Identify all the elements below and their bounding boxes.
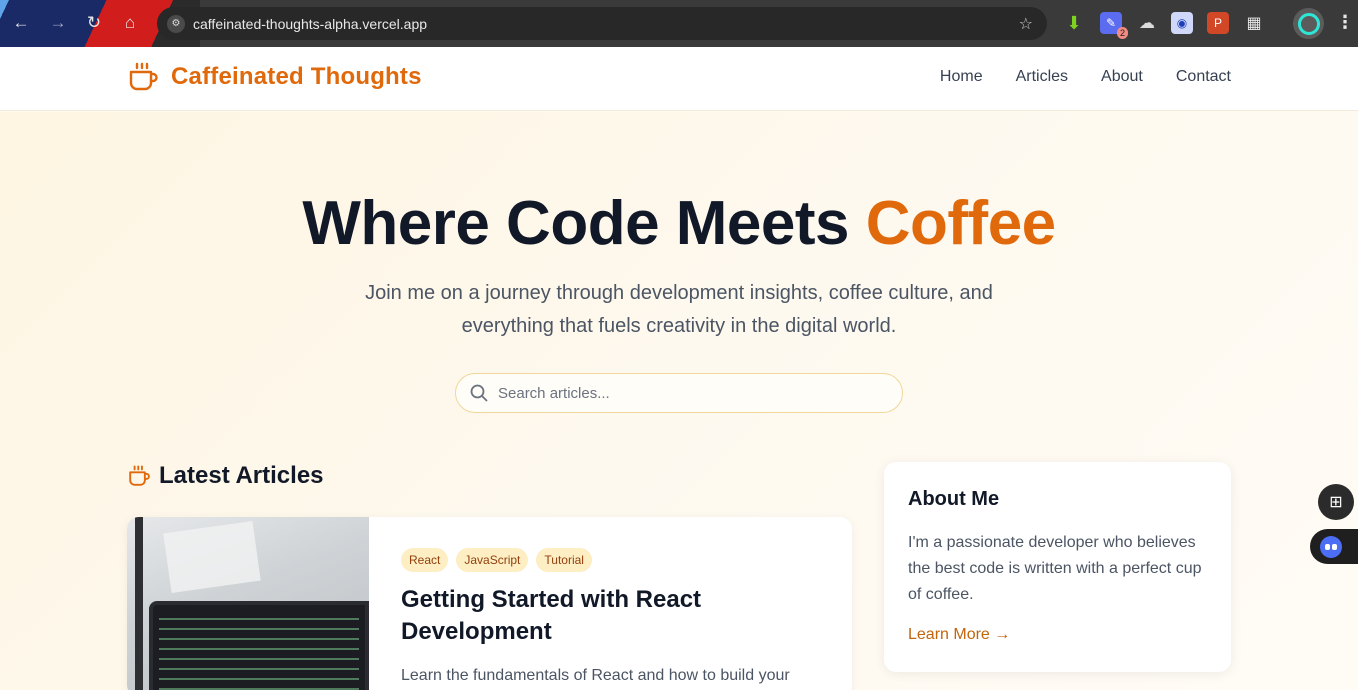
profile-avatar[interactable] (1293, 8, 1324, 39)
search-input[interactable] (498, 384, 878, 402)
nav-contact[interactable]: Contact (1176, 68, 1231, 86)
powerpoint-extension-icon[interactable]: P (1207, 12, 1229, 34)
url-text[interactable]: caffeinated-thoughts-alpha.vercel.app (193, 16, 427, 32)
about-text: I'm a passionate developer who believes … (908, 534, 1202, 603)
apps-grid-icon[interactable]: ⊞ (1318, 484, 1354, 520)
article-excerpt: Learn the fundamentals of React and how … (401, 667, 790, 684)
coffee-cup-icon (129, 62, 158, 91)
hero-title: Where Code Meets Coffee (0, 188, 1358, 259)
nav-about[interactable]: About (1101, 68, 1143, 86)
section-heading-text: Latest Articles (159, 462, 324, 489)
tag-tutorial[interactable]: Tutorial (536, 548, 592, 572)
extension-badge: 2 (1116, 27, 1128, 39)
search-icon (470, 384, 488, 402)
download-extension-icon[interactable]: ⬇ (1063, 12, 1085, 34)
hero-title-main: Where Code Meets (302, 189, 866, 258)
article-thumbnail[interactable] (127, 517, 369, 690)
about-card: About Me I'm a passionate developer who … (884, 462, 1231, 672)
brand-name[interactable]: Caffeinated Thoughts (171, 63, 422, 91)
nav-articles[interactable]: Articles (1016, 68, 1068, 86)
about-heading: About Me (908, 488, 1000, 510)
bookmark-star-icon[interactable]: ☆ (1019, 14, 1033, 34)
site-logo[interactable]: Caffeinated Thoughts (128, 62, 422, 92)
hero-subtitle: Join me on a journey through development… (365, 282, 993, 337)
site-info-icon[interactable]: ⚙ (167, 14, 185, 33)
reload-icon[interactable]: ↻ (79, 8, 109, 38)
browser-menu-icon[interactable]: ⋮ (1336, 12, 1354, 33)
hero-title-accent: Coffee (865, 189, 1056, 258)
article-title[interactable]: Getting Started with React Development (401, 584, 821, 648)
extension-icon[interactable]: ✎ 2 (1100, 12, 1128, 39)
latest-articles-heading: Latest Articles (128, 462, 324, 490)
coffee-cup-icon (129, 465, 150, 486)
address-bar[interactable]: ⚙ caffeinated-thoughts-alpha.vercel.app … (157, 7, 1047, 40)
article-tags: React JavaScript Tutorial (401, 548, 592, 572)
learn-more-link[interactable]: Learn More → (908, 626, 1010, 644)
screen-capture-extension-icon[interactable]: ◉ (1171, 12, 1193, 34)
tag-react[interactable]: React (401, 548, 449, 572)
back-icon[interactable]: ← (6, 8, 36, 38)
article-card[interactable]: React JavaScript Tutorial Getting Starte… (127, 517, 852, 690)
bot-icon (1320, 535, 1342, 558)
nav-home[interactable]: Home (940, 68, 983, 86)
browser-toolbar: ← → ↻ ⌂ ⚙ caffeinated-thoughts-alpha.ver… (0, 0, 1358, 47)
extension-cloud-icon[interactable]: ☁ (1136, 12, 1158, 34)
site-header: Caffeinated Thoughts Home Articles About… (0, 47, 1358, 111)
search-box[interactable] (455, 373, 903, 413)
forward-icon[interactable]: → (43, 8, 73, 38)
tag-javascript[interactable]: JavaScript (456, 548, 529, 572)
home-icon[interactable]: ⌂ (115, 8, 145, 38)
main-nav: Home Articles About Contact (940, 68, 1231, 86)
extensions-puzzle-icon[interactable]: ▦ (1243, 12, 1265, 34)
assistant-widget-button[interactable] (1310, 529, 1358, 564)
